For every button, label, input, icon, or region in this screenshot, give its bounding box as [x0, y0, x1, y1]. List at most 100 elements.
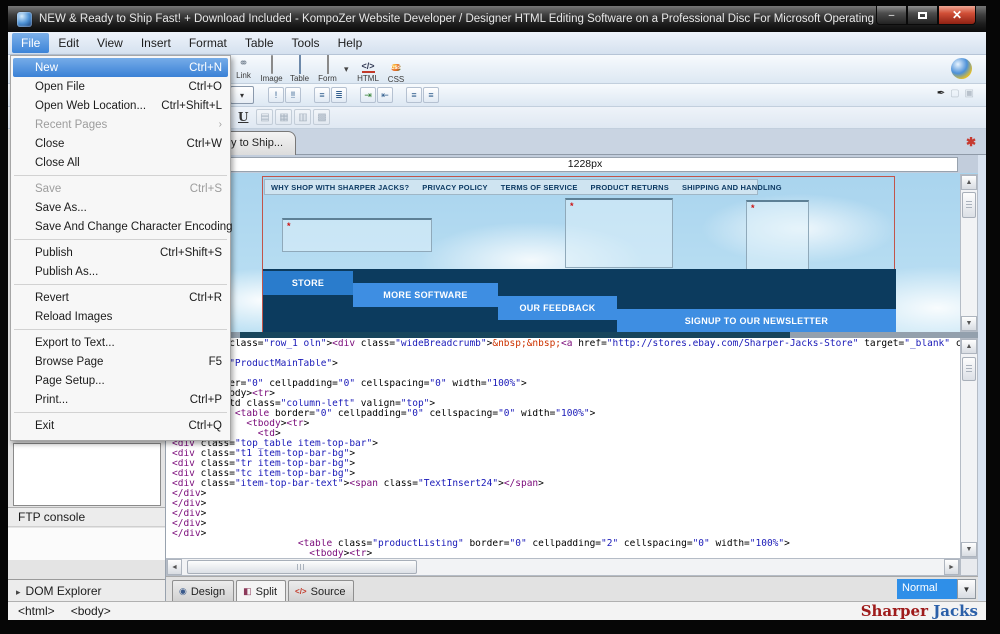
scroll-down-icon[interactable]: ▼ — [961, 542, 977, 557]
scroll-up-icon[interactable]: ▲ — [961, 339, 977, 354]
menu-tools[interactable]: Tools — [283, 33, 329, 53]
scrollbar-thumb[interactable] — [962, 192, 976, 218]
more-software-button[interactable]: MORE SOFTWARE — [353, 283, 498, 307]
source-vertical-scrollbar[interactable]: ▲ ▼ — [960, 338, 978, 558]
menu-item-publish-as[interactable]: Publish As... — [11, 262, 230, 281]
form-field-box[interactable]: * — [565, 198, 673, 268]
menu-item-publish[interactable]: PublishCtrl+Shift+S — [11, 243, 230, 262]
status-html-tag[interactable]: <html> — [18, 604, 55, 618]
menu-item-exit[interactable]: ExitCtrl+Q — [11, 416, 230, 435]
paragraph-format-dropdown-icon[interactable]: ▼ — [957, 579, 976, 599]
menu-insert[interactable]: Insert — [132, 33, 180, 53]
menu-item-save-as[interactable]: Save As... — [11, 198, 230, 217]
justify-block-button[interactable]: ▩ — [313, 109, 330, 125]
code-line: "ProductMainTable"> — [172, 359, 960, 369]
form-button[interactable]: Form — [314, 56, 341, 83]
css-button[interactable]: css CSS — [383, 56, 410, 84]
code-line: er="0" cellpadding="0" cellspacing="0" w… — [172, 379, 960, 389]
align-left-button[interactable]: ≡ — [406, 87, 422, 103]
pen-icon[interactable]: ✒ — [937, 88, 945, 99]
scroll-left-icon[interactable]: ◄ — [167, 559, 182, 575]
menu-view[interactable]: View — [88, 33, 132, 53]
scroll-up-icon[interactable]: ▲ — [961, 175, 977, 190]
design-view[interactable]: WHY SHOP WITH SHARPER JACKS? PRIVACY POL… — [166, 173, 978, 332]
nav-link-returns[interactable]: PRODUCT RETURNS — [591, 183, 669, 192]
image-button[interactable]: Image — [258, 56, 285, 83]
source-view[interactable]: class="row_1 oln"><div class="wideBreadc… — [166, 338, 960, 558]
link-button[interactable]: ⚭ Link — [230, 56, 257, 80]
align-right-block-button[interactable]: ▥ — [294, 109, 311, 125]
nav-link-privacy[interactable]: PRIVACY POLICY — [422, 183, 487, 192]
code-line: <tbody><tr> — [172, 419, 960, 429]
outdent-button[interactable]: ⇤ — [377, 87, 393, 103]
maximize-button[interactable] — [907, 6, 938, 25]
shapes-icon[interactable]: ▣ — [965, 88, 974, 99]
menu-file[interactable]: File — [12, 33, 49, 53]
code-line — [172, 349, 960, 359]
tab-design[interactable]: ◉ Design — [172, 580, 234, 602]
scroll-down-icon[interactable]: ▼ — [961, 316, 977, 331]
menu-item-open-file[interactable]: Open FileCtrl+O — [11, 77, 230, 96]
source-horizontal-scrollbar[interactable]: ◄ ► — [166, 558, 960, 576]
window-frame: NEW & Ready to Ship Fast! + Download Inc… — [0, 0, 1000, 634]
bullet-list-button[interactable]: ≣ — [331, 87, 347, 103]
menu-item-close[interactable]: CloseCtrl+W — [11, 134, 230, 153]
menu-table[interactable]: Table — [236, 33, 283, 53]
menu-item-save: SaveCtrl+S — [11, 179, 230, 198]
ftp-console-header[interactable]: FTP console — [8, 507, 165, 527]
html-button[interactable]: </> HTML — [355, 56, 382, 83]
minimize-button[interactable]: – — [876, 6, 907, 25]
menu-item-open-web-location[interactable]: Open Web Location...Ctrl+Shift+L — [11, 96, 230, 115]
window-title: NEW & Ready to Ship Fast! + Download Inc… — [39, 13, 918, 25]
scroll-right-icon[interactable]: ► — [944, 559, 959, 575]
nav-link-terms[interactable]: TERMS OF SERVICE — [501, 183, 578, 192]
code-line: </div> — [172, 519, 960, 529]
code-line: </div> — [172, 499, 960, 509]
numbered-list-button[interactable]: ≡ — [314, 87, 330, 103]
title-bar[interactable]: NEW & Ready to Ship Fast! + Download Inc… — [8, 6, 986, 32]
our-feedback-button[interactable]: OUR FEEDBACK — [498, 296, 617, 320]
design-vertical-scrollbar[interactable]: ▲ ▼ — [960, 174, 978, 332]
align-center-block-button[interactable]: ▦ — [275, 109, 292, 125]
menu-format[interactable]: Format — [180, 33, 236, 53]
menu-item-export-to-text[interactable]: Export to Text... — [11, 333, 230, 352]
menu-item-browse-page[interactable]: Browse PageF5 — [11, 352, 230, 371]
table-button[interactable]: Table — [286, 56, 313, 83]
menu-item-page-setup[interactable]: Page Setup... — [11, 371, 230, 390]
store-button[interactable]: STORE — [263, 271, 353, 295]
tab-split[interactable]: ◧ Split — [236, 580, 286, 602]
strong-emphasis-button[interactable]: ‼ — [285, 87, 301, 103]
close-tab-icon[interactable]: ✱ — [966, 135, 976, 149]
tab-source[interactable]: </> Source — [288, 580, 354, 602]
menu-item-revert[interactable]: RevertCtrl+R — [11, 288, 230, 307]
status-body-tag[interactable]: <body> — [71, 604, 111, 618]
align-right-button[interactable]: ≡ — [423, 87, 439, 103]
menu-help[interactable]: Help — [329, 33, 372, 53]
toolbar-dropdown-icon[interactable]: ▾ — [344, 64, 349, 75]
menu-item-reload-images[interactable]: Reload Images — [11, 307, 230, 326]
code-line: td class="column-left" valign="top"> — [172, 399, 960, 409]
shape-icon[interactable]: ▢ — [950, 88, 959, 99]
nav-link-why-shop[interactable]: WHY SHOP WITH SHARPER JACKS? — [271, 183, 409, 192]
close-button[interactable]: ✕ — [938, 6, 976, 25]
indent-button[interactable]: ⇥ — [360, 87, 376, 103]
scrollbar-thumb[interactable] — [962, 357, 976, 381]
menu-item-save-change-encoding[interactable]: Save And Change Character Encoding — [11, 217, 230, 236]
dom-explorer-header[interactable]: ▸DOM Explorer — [8, 579, 165, 601]
menu-item-close-all[interactable]: Close All — [11, 153, 230, 172]
menu-item-new[interactable]: NewCtrl+N — [13, 58, 228, 77]
nav-link-shipping[interactable]: SHIPPING AND HANDLING — [682, 183, 782, 192]
emphasis-button[interactable]: ! — [268, 87, 284, 103]
underline-button[interactable]: U — [234, 110, 256, 124]
paragraph-format-select[interactable]: Normal — [897, 579, 957, 599]
signup-newsletter-button[interactable]: SIGNUP TO OUR NEWSLETTER — [617, 309, 896, 332]
menu-item-print[interactable]: Print...Ctrl+P — [11, 390, 230, 409]
menu-separator — [11, 409, 230, 416]
align-left-block-button[interactable]: ▤ — [256, 109, 273, 125]
style-dropdown[interactable]: ▾ — [230, 86, 254, 104]
code-line: </div> — [172, 509, 960, 519]
app-icon — [17, 12, 32, 27]
menu-edit[interactable]: Edit — [49, 33, 88, 53]
form-field-box[interactable]: * — [282, 218, 432, 252]
scrollbar-thumb[interactable] — [187, 560, 417, 574]
